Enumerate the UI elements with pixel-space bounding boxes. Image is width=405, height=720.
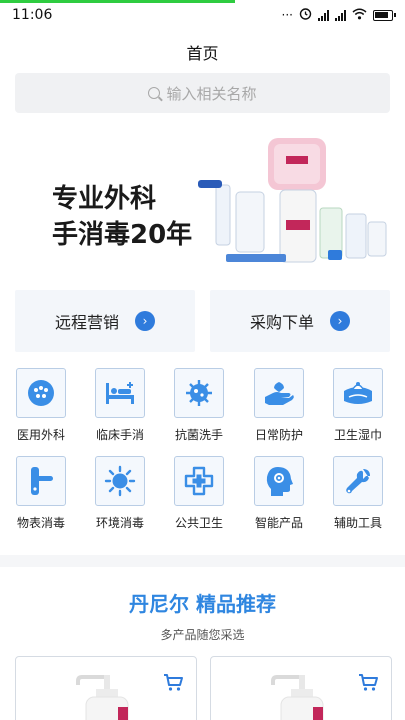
wifi-icon [352,8,367,23]
status-bar: 11:06 ··· [0,0,405,30]
banner-slogan: 专业外科 手消毒20年 [52,181,192,253]
product-card[interactable] [15,656,197,720]
product-bottles-image [198,138,387,263]
category-daily-protection[interactable]: 日常防护 [244,368,314,443]
alarm-icon [299,7,312,23]
ellipsis-icon: ··· [281,8,293,22]
promo-banner[interactable]: 专业外科 手消毒20年 [0,125,405,280]
germ-icon [174,368,224,418]
cart-icon[interactable] [357,671,379,693]
category-label: 医用外科 [16,428,65,442]
search-input[interactable]: 输入相关名称 [15,73,390,113]
recommend-subtitle: 多产品随您采选 [160,628,245,642]
hand-protect-icon [254,368,304,418]
wrench-icon [333,456,383,506]
chevron-right-icon: › [330,311,350,331]
cart-icon[interactable] [162,671,184,693]
sun-icon [95,456,145,506]
category-label: 临床手消 [95,428,144,442]
category-auxiliary-tools[interactable]: 辅助工具 [323,456,393,531]
door-handle-icon [16,456,66,506]
search-placeholder: 输入相关名称 [166,84,257,103]
hospital-bed-icon [95,368,145,418]
category-antibacterial-wash[interactable]: 抗菌洗手 [164,368,234,443]
status-icons: ··· [281,7,396,23]
category-label: 物表消毒 [16,516,65,530]
purchase-order-button[interactable]: 采购下单 › [210,290,390,352]
category-clinical-hand[interactable]: 临床手消 [85,368,155,443]
category-environment-disinfection[interactable]: 环境消毒 [85,456,155,531]
signal-icon [318,9,329,21]
battery-icon [373,9,396,21]
remote-marketing-button[interactable]: 远程营销 › [15,290,195,352]
product-bottle-image [76,675,129,720]
category-label: 抗菌洗手 [174,428,223,442]
banner-line-2: 手消毒20年 [52,220,193,250]
medical-cross-icon [174,456,224,506]
category-label: 日常防护 [254,428,303,442]
search-icon [148,87,161,99]
wipes-icon [333,368,383,418]
product-card[interactable] [210,656,392,720]
category-medical-surgery[interactable]: 医用外科 [6,368,76,443]
category-surface-disinfection[interactable]: 物表消毒 [6,456,76,531]
chevron-right-icon: › [135,311,155,331]
category-wet-wipes[interactable]: 卫生湿巾 [323,368,393,443]
category-label: 辅助工具 [333,516,382,530]
page-title: 首页 [186,44,219,63]
category-label: 公共卫生 [174,516,223,530]
recommend-title: 丹尼尔 精品推荐 [129,592,276,616]
product-bottle-image [271,675,324,720]
surgical-icon [16,368,66,418]
quick-action-label: 采购下单 [249,313,314,332]
category-smart-products[interactable]: 智能产品 [244,456,314,531]
category-label: 卫生湿巾 [333,428,382,442]
smart-head-icon [254,456,304,506]
page-load-progress [0,0,235,3]
banner-line-1: 专业外科 [52,184,157,214]
section-divider [0,555,405,567]
category-label: 智能产品 [254,516,303,530]
category-label: 环境消毒 [95,516,144,530]
status-time: 11:06 [12,7,53,23]
category-public-health[interactable]: 公共卫生 [164,456,234,531]
signal-icon [335,9,346,21]
quick-action-label: 远程营销 [54,313,119,332]
